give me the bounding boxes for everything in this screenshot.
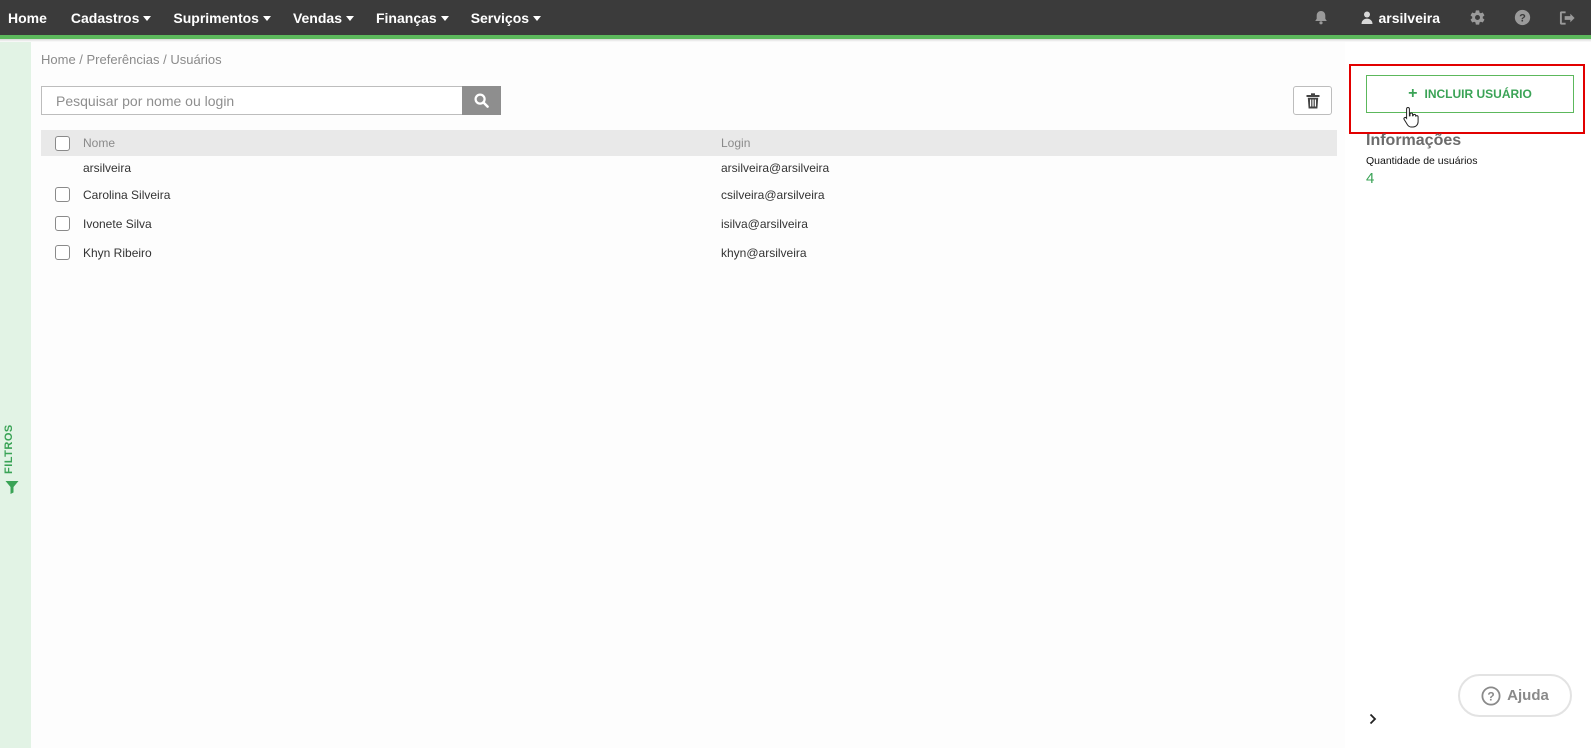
- user-icon: [1361, 11, 1372, 24]
- user-count-label: Quantidade de usuários: [1366, 155, 1478, 167]
- cell-login: isilva@arsilveira: [721, 216, 808, 231]
- cell-login: arsilveira@arsilveira: [721, 161, 830, 175]
- users-table: Nome Login arsilveira arsilveira@arsilve…: [41, 130, 1337, 267]
- caret-down-icon: [440, 15, 449, 21]
- nav-cadastros[interactable]: Cadastros: [63, 0, 159, 35]
- bell-icon[interactable]: [1311, 8, 1331, 28]
- row-checkbox[interactable]: [54, 187, 70, 202]
- highlight-box: [1349, 64, 1585, 134]
- cell-login: csilveira@arsilveira: [721, 187, 825, 202]
- table-row[interactable]: Ivonete Silva isilva@arsilveira: [41, 209, 1337, 238]
- column-header-name[interactable]: Nome: [83, 136, 721, 150]
- chevron-right-icon[interactable]: [1366, 712, 1380, 726]
- nav-vendas[interactable]: Vendas: [285, 0, 362, 35]
- svg-text:?: ?: [1487, 689, 1494, 703]
- search-input[interactable]: [41, 86, 462, 115]
- table-row[interactable]: arsilveira arsilveira@arsilveira: [41, 156, 1337, 180]
- caret-down-icon: [143, 15, 152, 21]
- question-circle-icon: ?: [1481, 685, 1501, 706]
- row-checkbox[interactable]: [54, 245, 70, 260]
- search-bar: [41, 86, 501, 115]
- breadcrumb[interactable]: Home / Preferências / Usuários: [41, 52, 222, 67]
- cell-login: khyn@arsilveira: [721, 245, 807, 260]
- caret-down-icon: [345, 15, 354, 21]
- info-title: Informações: [1366, 132, 1462, 149]
- filters-toggle[interactable]: FILTROS: [0, 42, 31, 748]
- cell-name: arsilveira: [83, 161, 132, 175]
- user-toolbar: arsilveira ?: [1311, 0, 1591, 35]
- svg-text:?: ?: [1519, 12, 1526, 24]
- main-menu: Home Cadastros Suprimentos Vendas Finanç…: [0, 0, 549, 35]
- delete-button[interactable]: [1293, 86, 1332, 115]
- table-header: Nome Login: [41, 130, 1337, 156]
- logout-icon[interactable]: [1557, 8, 1577, 28]
- user-menu[interactable]: arsilveira: [1361, 9, 1441, 26]
- nav-cadastros-label: Cadastros: [70, 9, 140, 26]
- row-checkbox[interactable]: [54, 216, 70, 231]
- column-header-login[interactable]: Login: [721, 136, 1337, 150]
- table-row[interactable]: Carolina Silveira csilveira@arsilveira: [41, 180, 1337, 209]
- hand-cursor-icon: [1403, 106, 1419, 128]
- trash-icon: [1306, 92, 1319, 108]
- gear-icon[interactable]: [1467, 8, 1487, 28]
- user-count-value: 4: [1366, 170, 1375, 187]
- cell-name: Ivonete Silva: [83, 216, 152, 231]
- search-icon: [474, 93, 489, 108]
- help-button[interactable]: ? Ajuda: [1458, 674, 1572, 717]
- nav-servicos[interactable]: Serviços: [463, 0, 549, 35]
- help-icon[interactable]: ?: [1512, 8, 1532, 28]
- top-navbar: Home Cadastros Suprimentos Vendas Finanç…: [0, 0, 1591, 35]
- nav-suprimentos[interactable]: Suprimentos: [165, 0, 279, 35]
- table-row[interactable]: Khyn Ribeiro khyn@arsilveira: [41, 238, 1337, 267]
- caret-down-icon: [533, 15, 542, 21]
- filters-label: FILTROS: [3, 424, 15, 474]
- nav-suprimentos-label: Suprimentos: [173, 9, 259, 26]
- select-all-checkbox[interactable]: [54, 135, 70, 151]
- cell-name: Carolina Silveira: [83, 187, 171, 202]
- help-label: Ajuda: [1507, 687, 1549, 704]
- nav-vendas-label: Vendas: [292, 9, 342, 26]
- nav-financas[interactable]: Finanças: [368, 0, 457, 35]
- nav-home-label: Home: [8, 9, 47, 26]
- caret-down-icon: [262, 15, 271, 21]
- search-button[interactable]: [462, 86, 501, 115]
- username: arsilveira: [1378, 9, 1441, 26]
- nav-servicos-label: Serviços: [470, 9, 530, 26]
- filter-icon: [5, 481, 19, 494]
- nav-financas-label: Finanças: [375, 9, 437, 26]
- cell-name: Khyn Ribeiro: [83, 245, 152, 260]
- nav-home[interactable]: Home: [0, 0, 57, 35]
